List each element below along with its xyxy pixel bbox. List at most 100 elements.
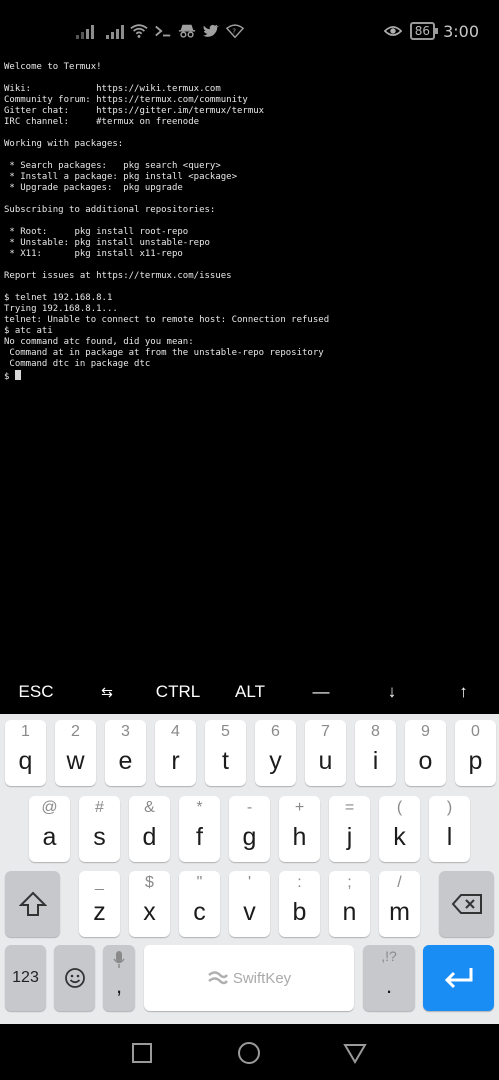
terminal-line: * Install a package: pkg install <packag… [4, 172, 237, 182]
key-secondary-label: ; [347, 874, 352, 891]
key-u[interactable]: 7u [305, 720, 346, 786]
backspace-icon [439, 871, 494, 937]
svg-text:?: ? [232, 27, 236, 36]
tab-key[interactable]: ⇆ [72, 670, 142, 714]
ctrl-key[interactable]: CTRL [142, 670, 214, 714]
key-v[interactable]: ' v [229, 871, 270, 937]
key-secondary-label: 3 [121, 723, 130, 740]
key-c[interactable]: " c [179, 871, 220, 937]
key-j[interactable]: = j [329, 796, 370, 862]
emoji-key[interactable] [54, 945, 95, 1011]
key-t[interactable]: 5t [205, 720, 246, 786]
comma-key[interactable]: , [103, 945, 135, 1011]
terminal-icon [155, 25, 171, 37]
swiftkey-keyboard: 123 , SwiftKey ,!? . 1q2w3e4r5t6y7u8i9o0… [0, 714, 499, 1024]
terminal-line: IRC channel: #termux on freenode [4, 117, 200, 127]
terminal-line: * Upgrade packages: pkg upgrade [4, 183, 183, 193]
numbers-key[interactable]: 123 [5, 945, 46, 1011]
alt-key[interactable]: ALT [214, 670, 286, 714]
key-e[interactable]: 3e [105, 720, 146, 786]
key-label: j [346, 823, 353, 851]
terminal-line: * Search packages: pkg search <query> [4, 161, 221, 171]
key-b[interactable]: :b [279, 871, 320, 937]
key-p[interactable]: 0p [455, 720, 496, 786]
key-label: r [171, 747, 180, 775]
terminal-prompt-line[interactable]: $ [4, 370, 494, 382]
shift-icon [5, 871, 60, 937]
home-icon[interactable] [237, 1041, 261, 1065]
space-key-label: SwiftKey [232, 969, 292, 987]
space-key[interactable]: SwiftKey [144, 945, 354, 1011]
key-label: l [446, 823, 453, 851]
key-label: y [269, 747, 282, 775]
terminal-output[interactable]: Welcome to Termux! Wiki: https://wiki.ter… [4, 62, 494, 382]
key-secondary-label: 7 [321, 723, 330, 740]
punctuation-key[interactable]: ,!? . [363, 945, 415, 1011]
up-arrow-key[interactable]: ↑ [428, 670, 499, 714]
terminal-line: No command atc found, did you mean: [4, 337, 194, 347]
key-d[interactable]: & d [129, 796, 170, 862]
down-arrow-key[interactable]: ↓ [356, 670, 428, 714]
dash-key[interactable]: — [286, 670, 356, 714]
recents-icon[interactable] [131, 1042, 153, 1064]
wifi-icon [130, 24, 148, 38]
backspace-key[interactable] [439, 871, 494, 937]
key-r[interactable]: 4r [155, 720, 196, 786]
punctuation-key-top: ,!? [381, 948, 397, 964]
signal-icon [76, 23, 94, 39]
key-secondary-label: * [196, 799, 203, 816]
terminal-line: Working with packages: [4, 139, 124, 149]
key-secondary-label: 1 [21, 723, 30, 740]
key-w[interactable]: 2w [55, 720, 96, 786]
enter-key[interactable] [423, 945, 494, 1011]
key-k[interactable]: (k [379, 796, 420, 862]
key-label: f [196, 823, 203, 851]
key-a[interactable]: @ a [29, 796, 70, 862]
key-secondary-label: : [297, 874, 302, 891]
key-secondary-label: + [294, 799, 305, 816]
shift-key[interactable] [5, 871, 60, 937]
key-o[interactable]: 9o [405, 720, 446, 786]
terminal-line: Report issues at https://termux.com/issu… [4, 271, 232, 281]
key-label: x [143, 898, 156, 926]
emoji-icon [54, 945, 95, 1011]
key-l[interactable]: ) l [429, 796, 470, 862]
terminal-line: Trying 192.168.8.1... [4, 304, 118, 314]
key-secondary-label: # [95, 799, 104, 816]
key-g[interactable]: -g [229, 796, 270, 862]
key-q[interactable]: 1q [5, 720, 46, 786]
key-y[interactable]: 6y [255, 720, 296, 786]
esc-key[interactable]: ESC [0, 670, 72, 714]
key-secondary-label: ( [396, 799, 403, 816]
key-secondary-label: @ [41, 799, 58, 816]
key-s[interactable]: # s [79, 796, 120, 862]
key-label: z [93, 898, 106, 926]
key-secondary-label: / [397, 874, 402, 891]
key-label: h [292, 823, 307, 851]
key-h[interactable]: + h [279, 796, 320, 862]
key-label: p [468, 747, 483, 775]
key-secondary-label: $ [145, 874, 154, 891]
terminal-line: * Unstable: pkg install unstable-repo [4, 238, 210, 248]
terminal-line: Wiki: https://wiki.termux.com [4, 84, 221, 94]
key-i[interactable]: 8i [355, 720, 396, 786]
key-label: u [318, 747, 333, 775]
terminal-line: Subscribing to additional repositories: [4, 205, 216, 215]
terminal-line: Welcome to Termux! [4, 62, 102, 72]
numbers-key-label: 123 [12, 969, 39, 986]
back-icon[interactable] [343, 1042, 367, 1064]
key-n[interactable]: ; n [329, 871, 370, 937]
clock: 3:00 [443, 21, 479, 41]
key-z[interactable]: _ z [79, 871, 120, 937]
key-secondary-label: 8 [371, 723, 380, 740]
key-secondary-label: " [196, 874, 203, 891]
key-secondary-label: ' [247, 874, 252, 891]
battery-icon: 86 [409, 22, 439, 40]
key-m[interactable]: / m [379, 871, 420, 937]
key-x[interactable]: $ x [129, 871, 170, 937]
key-f[interactable]: * f [179, 796, 220, 862]
key-secondary-label: & [144, 799, 155, 816]
